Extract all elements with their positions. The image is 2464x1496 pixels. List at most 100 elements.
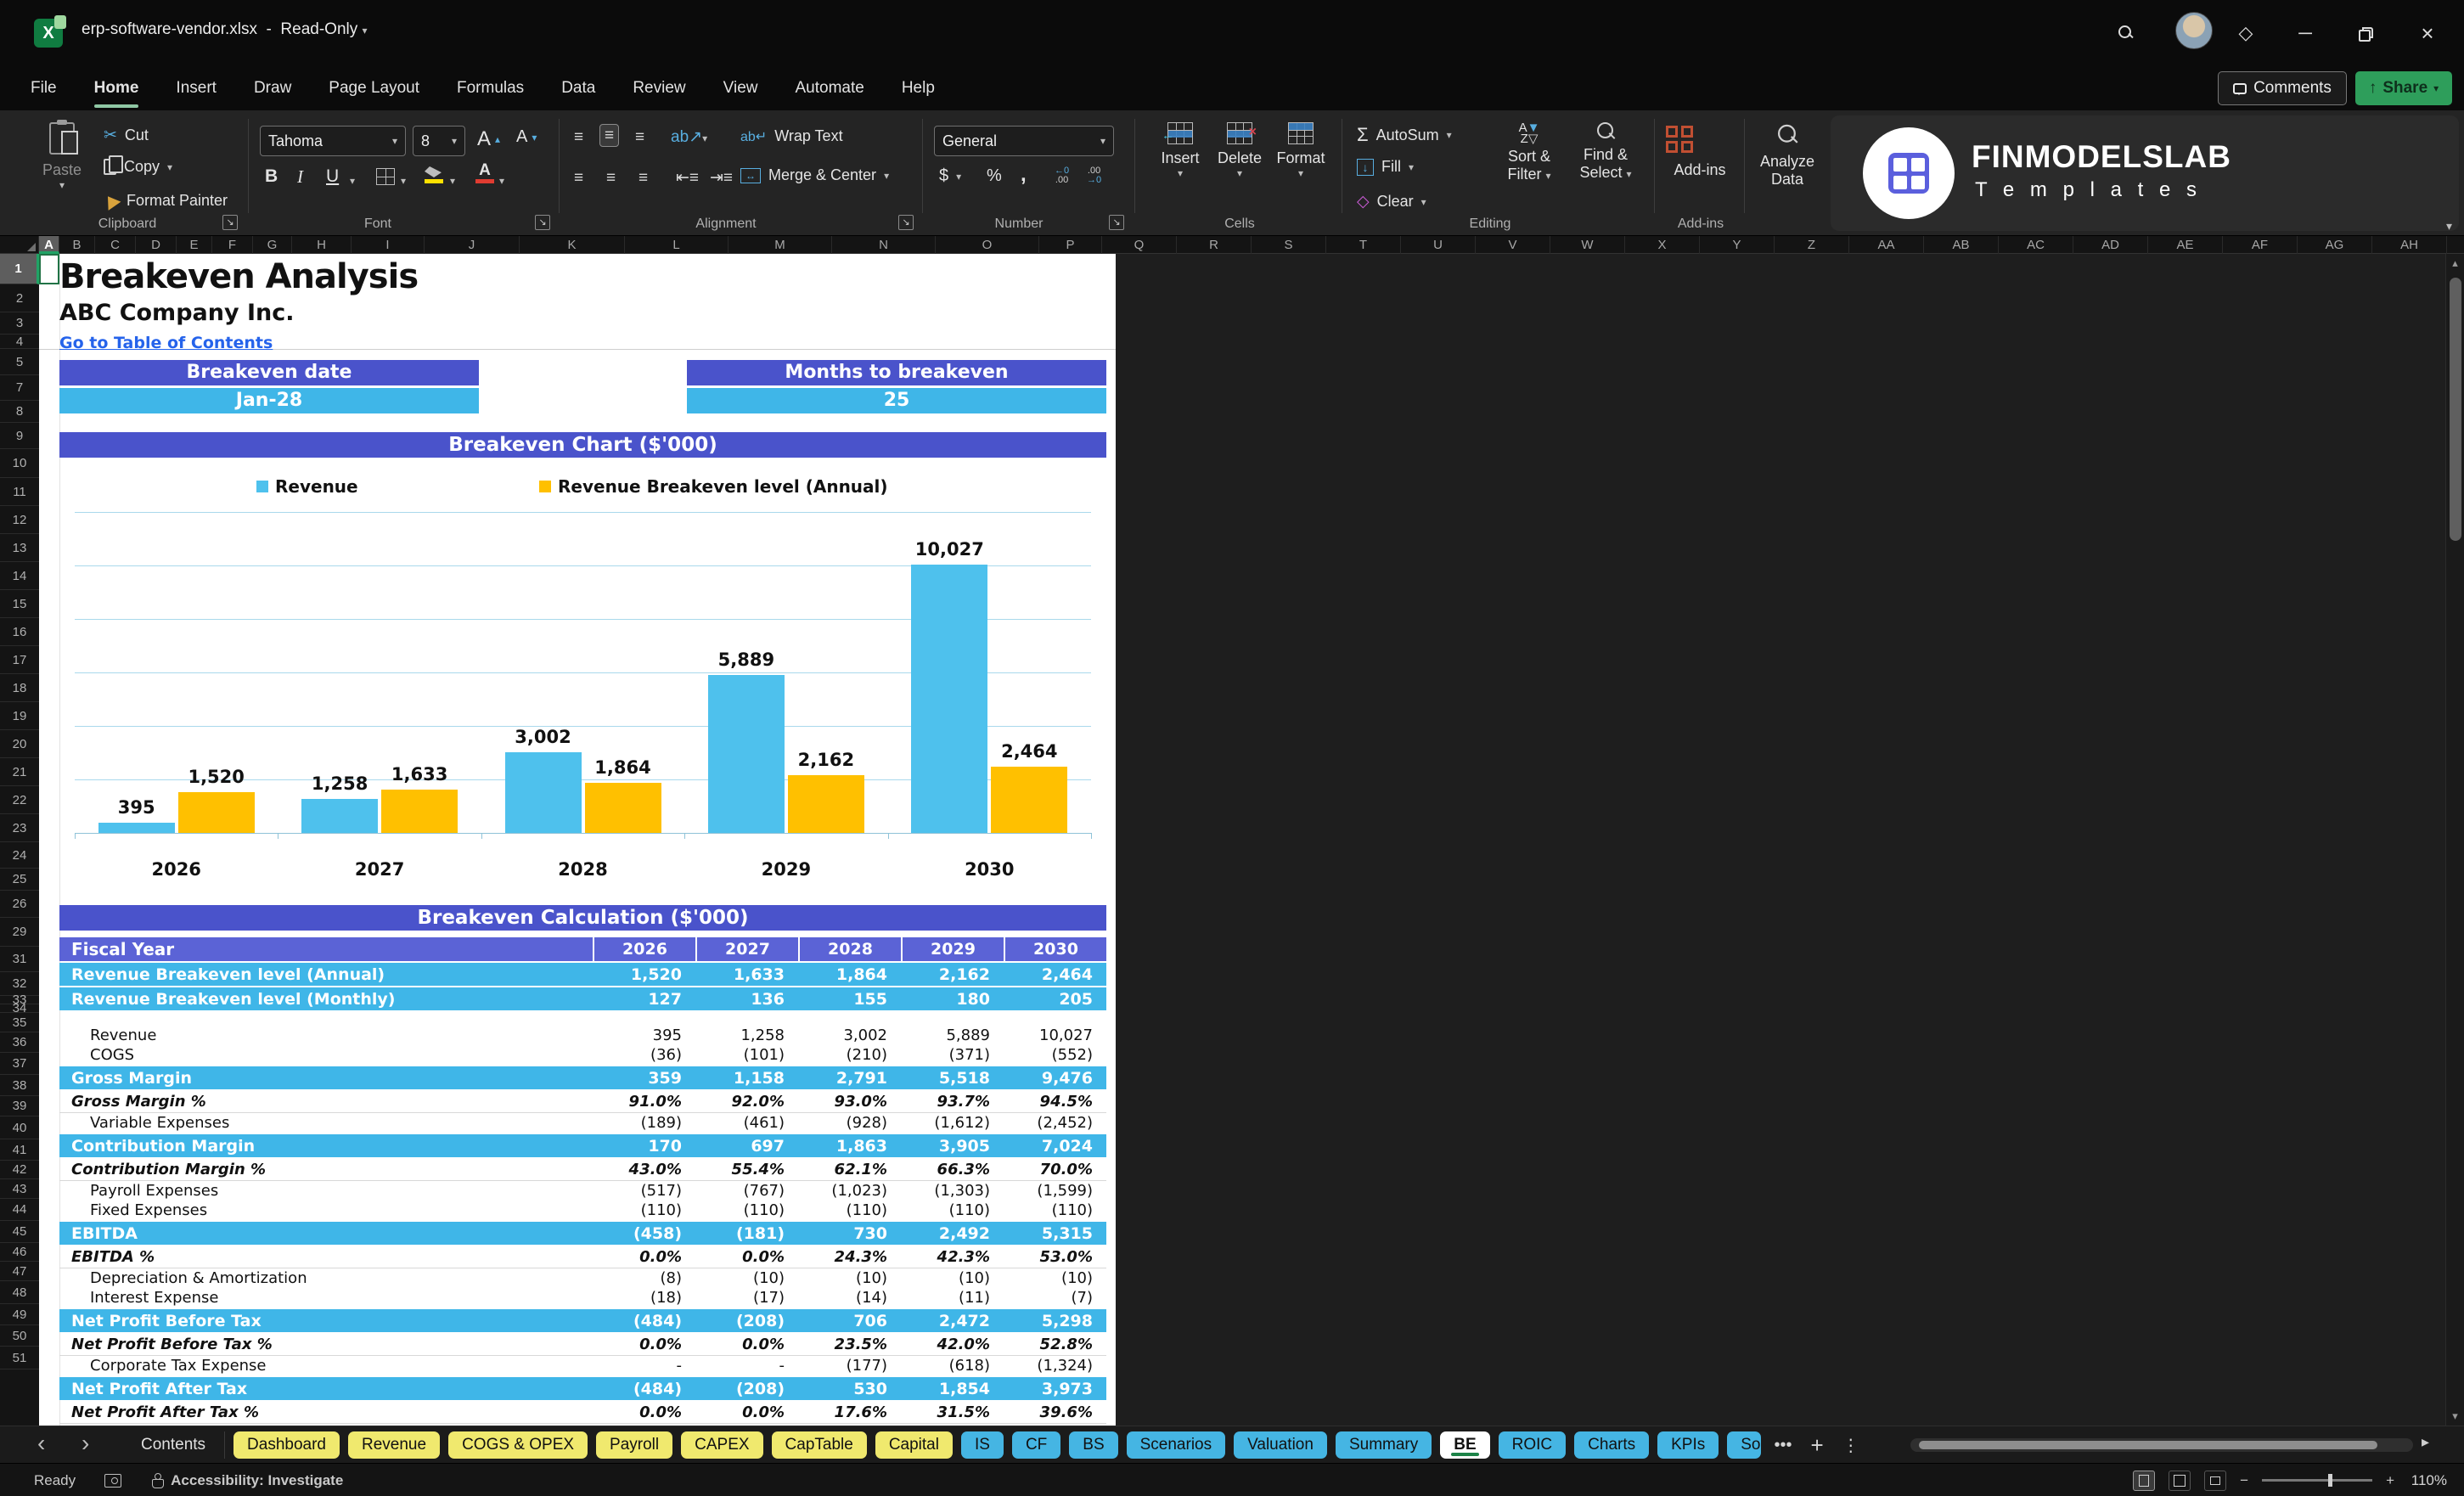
- underline-button[interactable]: U: [326, 166, 339, 187]
- row-header-50[interactable]: 50: [0, 1325, 39, 1347]
- sheet-tab-capex[interactable]: CAPEX: [681, 1431, 763, 1459]
- cell-revenue-breakeven-level-annual-2026[interactable]: 1,520: [593, 965, 695, 984]
- cell-net-profit-before-tax-2030[interactable]: 5,298: [1004, 1312, 1106, 1330]
- cell-net-profit-after-tax-2027[interactable]: 0.0%: [695, 1403, 798, 1421]
- column-header-p[interactable]: P: [1039, 236, 1102, 254]
- row-header-3[interactable]: 3: [0, 312, 39, 335]
- row-header-16[interactable]: 16: [0, 618, 39, 646]
- cut-button[interactable]: ✂ Cut: [104, 126, 149, 145]
- row-header-4[interactable]: 4: [0, 335, 39, 349]
- row-header-47[interactable]: 47: [0, 1262, 39, 1281]
- column-header-x[interactable]: X: [1625, 236, 1700, 254]
- cell-variable-expenses-2028[interactable]: (928): [798, 1114, 901, 1132]
- cell-cogs-2027[interactable]: (101): [695, 1046, 798, 1064]
- row-header-35[interactable]: 35: [0, 1013, 39, 1032]
- row-header-2[interactable]: 2: [0, 284, 39, 312]
- year-header-2030[interactable]: 2030: [1004, 937, 1106, 961]
- cell-revenue-breakeven-level-monthly-2026[interactable]: 127: [593, 990, 695, 1009]
- cell-ebitda-2029[interactable]: 42.3%: [901, 1248, 1004, 1266]
- cell-interest-expense-2026[interactable]: (18): [593, 1289, 695, 1307]
- comma-format-button[interactable]: ,: [1021, 163, 1027, 187]
- comments-button[interactable]: Comments: [2218, 71, 2347, 105]
- row-header-1[interactable]: 1: [0, 254, 39, 284]
- year-header-2027[interactable]: 2027: [695, 937, 798, 961]
- cell-net-profit-after-tax-2027[interactable]: (208): [695, 1380, 798, 1398]
- cell-corporate-tax-expense-2027[interactable]: -: [695, 1357, 798, 1375]
- column-header-e[interactable]: E: [177, 236, 212, 254]
- cell-variable-expenses-2026[interactable]: (189): [593, 1114, 695, 1132]
- cell-revenue-breakeven-level-annual-2027[interactable]: 1,633: [695, 965, 798, 984]
- sheet-tab-capital[interactable]: Capital: [875, 1431, 953, 1459]
- cell-gross-margin-2030[interactable]: 9,476: [1004, 1069, 1106, 1088]
- font-color-button[interactable]: A: [475, 162, 494, 183]
- number-format-select[interactable]: General ▾: [934, 126, 1114, 156]
- cell-revenue-2029[interactable]: 5,889: [901, 1026, 1004, 1044]
- row-header-14[interactable]: 14: [0, 562, 39, 590]
- cell-fixed-expenses-2026[interactable]: (110): [593, 1201, 695, 1219]
- row-label[interactable]: Contribution Margin: [59, 1137, 593, 1156]
- close-button[interactable]: ×: [2408, 14, 2447, 53]
- cell-revenue-2030[interactable]: 10,027: [1004, 1026, 1106, 1044]
- cell-payroll-expenses-2027[interactable]: (767): [695, 1182, 798, 1200]
- align-left-button[interactable]: ≡: [574, 170, 583, 186]
- clipboard-dialog-launcher[interactable]: ↘: [222, 215, 238, 230]
- sheet-tab-roic[interactable]: ROIC: [1498, 1431, 1567, 1459]
- cell-payroll-expenses-2026[interactable]: (517): [593, 1182, 695, 1200]
- row-label[interactable]: Interest Expense: [59, 1289, 593, 1307]
- sheet-tab-be[interactable]: BE: [1440, 1431, 1490, 1459]
- cell-contribution-margin-2026[interactable]: 43.0%: [593, 1161, 695, 1178]
- align-center-button[interactable]: ≡: [606, 170, 616, 186]
- cell-revenue-2026[interactable]: 395: [593, 1026, 695, 1044]
- column-header-r[interactable]: R: [1177, 236, 1252, 254]
- more-sheets-button[interactable]: •••: [1769, 1436, 1797, 1455]
- cell-gross-margin-2026[interactable]: 359: [593, 1069, 695, 1088]
- cell-net-profit-before-tax-2027[interactable]: 0.0%: [695, 1336, 798, 1353]
- cell-revenue-2027[interactable]: 1,258: [695, 1026, 798, 1044]
- cell-interest-expense-2029[interactable]: (11): [901, 1289, 1004, 1307]
- minimize-button[interactable]: ─: [2286, 14, 2325, 53]
- cell-ebitda-2029[interactable]: 2,492: [901, 1224, 1004, 1243]
- cell-gross-margin-2030[interactable]: 94.5%: [1004, 1093, 1106, 1111]
- cell-net-profit-before-tax-2026[interactable]: (484): [593, 1312, 695, 1330]
- row-header-45[interactable]: 45: [0, 1221, 39, 1243]
- currency-format-button[interactable]: $ ▾: [939, 166, 961, 186]
- row-header-22[interactable]: 22: [0, 786, 39, 814]
- cell-net-profit-before-tax-2030[interactable]: 52.8%: [1004, 1336, 1106, 1353]
- cell-gross-margin-2028[interactable]: 93.0%: [798, 1093, 901, 1111]
- menu-tab-page-layout[interactable]: Page Layout: [327, 76, 421, 101]
- vertical-scrollbar[interactable]: ▴ ▾: [2445, 254, 2464, 1426]
- column-header-af[interactable]: AF: [2223, 236, 2298, 254]
- column-header-w[interactable]: W: [1550, 236, 1625, 254]
- file-name[interactable]: erp-software-vendor.xlsx - Read-Only ▾: [82, 20, 368, 39]
- select-all-corner[interactable]: [0, 236, 39, 254]
- cell-payroll-expenses-2028[interactable]: (1,023): [798, 1182, 901, 1200]
- borders-button[interactable]: [376, 168, 395, 189]
- horizontal-scrollbar[interactable]: [1910, 1438, 2413, 1452]
- horizontal-scroll-thumb[interactable]: [1919, 1441, 2377, 1449]
- analyze-data-button[interactable]: Analyze Data: [1751, 124, 1824, 188]
- cell-revenue-breakeven-level-annual-2029[interactable]: 2,162: [901, 965, 1004, 984]
- column-header-j[interactable]: J: [425, 236, 520, 254]
- row-label[interactable]: Net Profit Before Tax: [59, 1312, 593, 1330]
- row-header-48[interactable]: 48: [0, 1281, 39, 1304]
- sheet-tab-bs[interactable]: BS: [1069, 1431, 1118, 1459]
- menu-tab-file[interactable]: File: [29, 76, 59, 101]
- row-header-11[interactable]: 11: [0, 478, 39, 506]
- row-label[interactable]: Depreciation & Amortization: [59, 1269, 593, 1287]
- copy-button[interactable]: Copy ▾: [104, 155, 172, 176]
- cell-corporate-tax-expense-2026[interactable]: -: [593, 1357, 695, 1375]
- cell-net-profit-before-tax-2029[interactable]: 2,472: [901, 1312, 1004, 1330]
- decrease-decimal-button[interactable]: .00 →0: [1087, 166, 1101, 185]
- cell-ebitda-2026[interactable]: 0.0%: [593, 1248, 695, 1266]
- row-header-26[interactable]: 26: [0, 891, 39, 918]
- row-label[interactable]: Revenue Breakeven level (Monthly): [59, 990, 593, 1009]
- increase-font-button[interactable]: A ▴: [477, 127, 500, 151]
- column-header-k[interactable]: K: [520, 236, 625, 254]
- cell-revenue-breakeven-level-annual-2028[interactable]: 1,864: [798, 965, 901, 984]
- menu-tab-review[interactable]: Review: [631, 76, 687, 101]
- premium-diamond-icon[interactable]: ◇: [2226, 14, 2265, 53]
- scroll-up-icon[interactable]: ▴: [2446, 254, 2464, 273]
- column-header-o[interactable]: O: [936, 236, 1039, 254]
- worksheet[interactable]: Breakeven Analysis ABC Company Inc. Go t…: [39, 254, 1116, 1426]
- addins-button[interactable]: Add-ins: [1666, 126, 1734, 179]
